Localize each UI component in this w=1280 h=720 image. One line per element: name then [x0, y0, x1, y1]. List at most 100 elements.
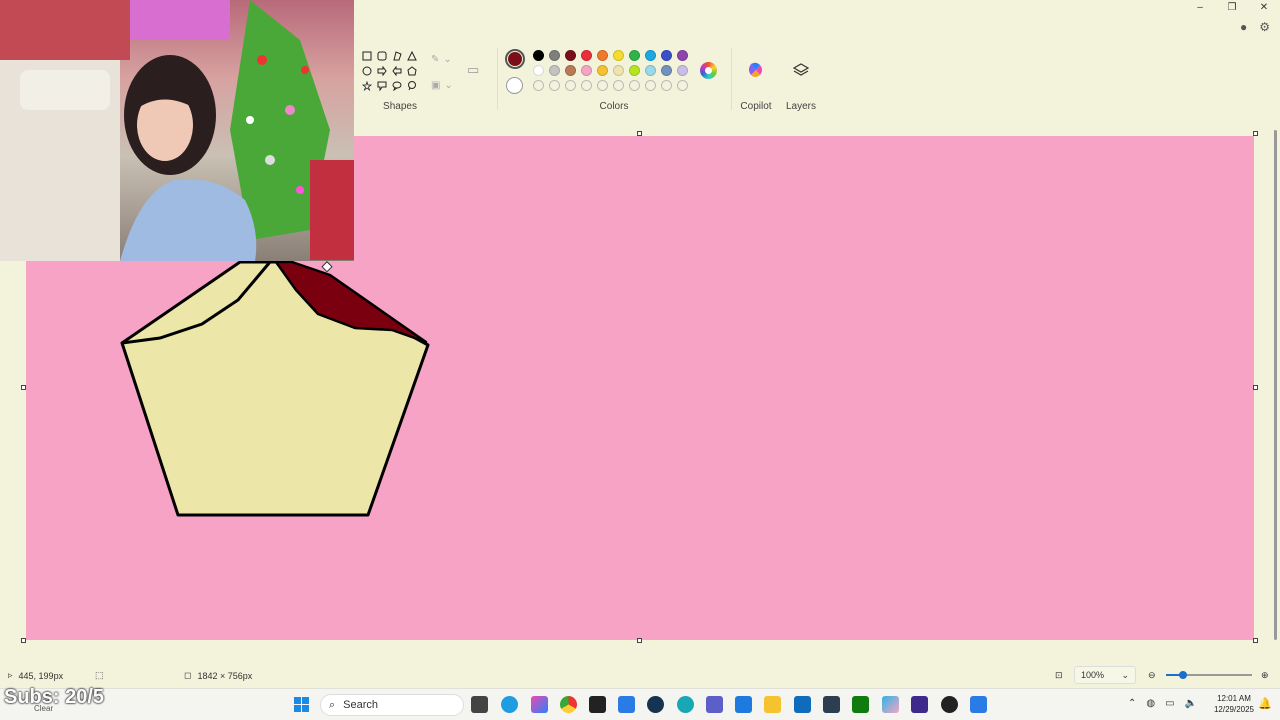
zoom-dropdown[interactable]: 100% ⌄ — [1074, 666, 1136, 684]
taskbar-search[interactable]: ⌕ Search — [320, 694, 464, 716]
clear-label: Clear — [34, 704, 54, 713]
file-explorer-icon[interactable] — [764, 696, 781, 713]
webcam-overlay — [0, 0, 354, 261]
current-color-button[interactable] — [505, 49, 525, 69]
color-swatch[interactable] — [677, 65, 688, 76]
colors-label: Colors — [599, 101, 629, 112]
custom-color-slot[interactable] — [645, 80, 656, 91]
color-swatch[interactable] — [581, 50, 592, 61]
custom-color-slot[interactable] — [533, 80, 544, 91]
resize-handle-top-right[interactable] — [1253, 131, 1258, 136]
xbox-icon[interactable] — [852, 696, 869, 713]
color-swatch[interactable] — [661, 65, 672, 76]
color-palette — [533, 50, 693, 91]
color-swatch[interactable] — [549, 50, 560, 61]
store-icon[interactable] — [823, 696, 840, 713]
custom-color-slot[interactable] — [549, 80, 560, 91]
color-swatch[interactable] — [565, 65, 576, 76]
color-swatch[interactable] — [597, 50, 608, 61]
secondary-color-button[interactable] — [506, 77, 523, 94]
edit-colors-icon[interactable] — [700, 62, 717, 79]
color-swatch[interactable] — [549, 65, 560, 76]
chevron-up-icon[interactable]: ⌃ — [1128, 698, 1136, 709]
clock-date: 12/29/2025 — [1213, 705, 1254, 714]
volume-icon[interactable]: 🔈 — [1185, 698, 1197, 709]
color-swatch[interactable] — [565, 50, 576, 61]
ribbon: ✎ ⌄ ▣ ⌄ ▭ Shapes Colors Copilot Layers — [355, 44, 1280, 116]
copilot-taskbar-icon[interactable] — [531, 696, 548, 713]
search-icon: ⌕ — [329, 698, 336, 711]
selection-icon: ⬚ — [95, 670, 104, 680]
color-swatch[interactable] — [645, 50, 656, 61]
chevron-down-icon: ⌄ — [1121, 669, 1129, 680]
vertical-scroll-thumb[interactable] — [1274, 130, 1277, 640]
copilot-icon[interactable] — [744, 58, 768, 82]
copilot-group: Copilot — [735, 44, 777, 116]
mail-icon[interactable] — [794, 696, 811, 713]
custom-color-slot[interactable] — [661, 80, 672, 91]
custom-color-slot[interactable] — [581, 80, 592, 91]
restore-button[interactable]: ❐ — [1216, 0, 1248, 14]
current-color-swatch — [508, 52, 522, 66]
color-swatch[interactable] — [661, 50, 672, 61]
color-swatch[interactable] — [533, 65, 544, 76]
top-right-actions: ● ⚙ — [1240, 20, 1270, 34]
windows-start-icon[interactable] — [293, 696, 310, 713]
color-swatch[interactable] — [629, 50, 640, 61]
network-icon[interactable]: ◍ — [1146, 698, 1155, 709]
color-swatch[interactable] — [533, 50, 544, 61]
paint-icon[interactable] — [882, 696, 899, 713]
color-swatch[interactable] — [613, 65, 624, 76]
app-icon-1[interactable] — [677, 696, 694, 713]
minimize-button[interactable]: – — [1184, 0, 1216, 14]
epic-games-icon[interactable] — [589, 696, 606, 713]
cursor-position: ▹ 445, 199px — [8, 670, 63, 681]
settings-gear-icon[interactable]: ⚙ — [1259, 20, 1270, 34]
teams-icon[interactable] — [706, 696, 723, 713]
resize-handle-right[interactable] — [1253, 385, 1258, 390]
color-swatch[interactable] — [613, 50, 624, 61]
color-swatch[interactable] — [645, 65, 656, 76]
edge-icon[interactable] — [501, 696, 518, 713]
app-icon-2[interactable] — [735, 696, 752, 713]
zoom-out-icon[interactable]: ⊖ — [1148, 670, 1156, 681]
app-icon-4[interactable] — [970, 696, 987, 713]
custom-color-slot[interactable] — [629, 80, 640, 91]
resize-handle-bottom-left[interactable] — [21, 638, 26, 643]
app-icon-3[interactable] — [911, 696, 928, 713]
subs-counter: Subs: 20/5 — [4, 686, 105, 708]
clock-time: 12:01 AM — [1217, 694, 1251, 703]
close-button[interactable]: ✕ — [1248, 0, 1280, 14]
selection-size: ⬚ — [95, 670, 104, 681]
color-swatch[interactable] — [629, 65, 640, 76]
taskbar: ⌕ Search ⌃ ◍ ▭ 🔈 12:01 AM 12/29/2025 🔔 — [0, 688, 1280, 720]
task-view-icon[interactable] — [471, 696, 488, 713]
resize-handle-bottom[interactable] — [637, 638, 642, 643]
zoom-slider-thumb[interactable] — [1179, 671, 1188, 679]
custom-color-slot[interactable] — [613, 80, 624, 91]
webcam-scene — [0, 0, 354, 261]
cursor-position-text: 445, 199px — [18, 670, 64, 681]
chrome-icon[interactable] — [560, 696, 577, 713]
display-icon[interactable]: ▭ — [1165, 698, 1174, 709]
account-icon[interactable]: ● — [1240, 20, 1247, 34]
resize-handle-bottom-right[interactable] — [1253, 638, 1258, 643]
pointer-icon: ▹ — [8, 670, 13, 680]
azure-icon[interactable] — [618, 696, 635, 713]
color-swatch[interactable] — [597, 65, 608, 76]
obs-icon[interactable] — [941, 696, 958, 713]
layers-icon[interactable] — [789, 58, 813, 82]
resize-handle-top[interactable] — [637, 131, 642, 136]
resize-handle-left[interactable] — [21, 385, 26, 390]
canvas-size-icon: ◻ — [184, 670, 192, 680]
notification-icon[interactable]: 🔔 — [1258, 697, 1272, 710]
custom-color-slot[interactable] — [677, 80, 688, 91]
steam-icon[interactable] — [647, 696, 664, 713]
custom-color-slot[interactable] — [597, 80, 608, 91]
color-swatch[interactable] — [581, 65, 592, 76]
clock[interactable]: 12:01 AM 12/29/2025 — [1214, 693, 1254, 715]
zoom-in-icon[interactable]: ⊕ — [1261, 670, 1269, 681]
color-swatch[interactable] — [677, 50, 688, 61]
fit-to-window-icon[interactable]: ⊡ — [1055, 670, 1063, 681]
custom-color-slot[interactable] — [565, 80, 576, 91]
